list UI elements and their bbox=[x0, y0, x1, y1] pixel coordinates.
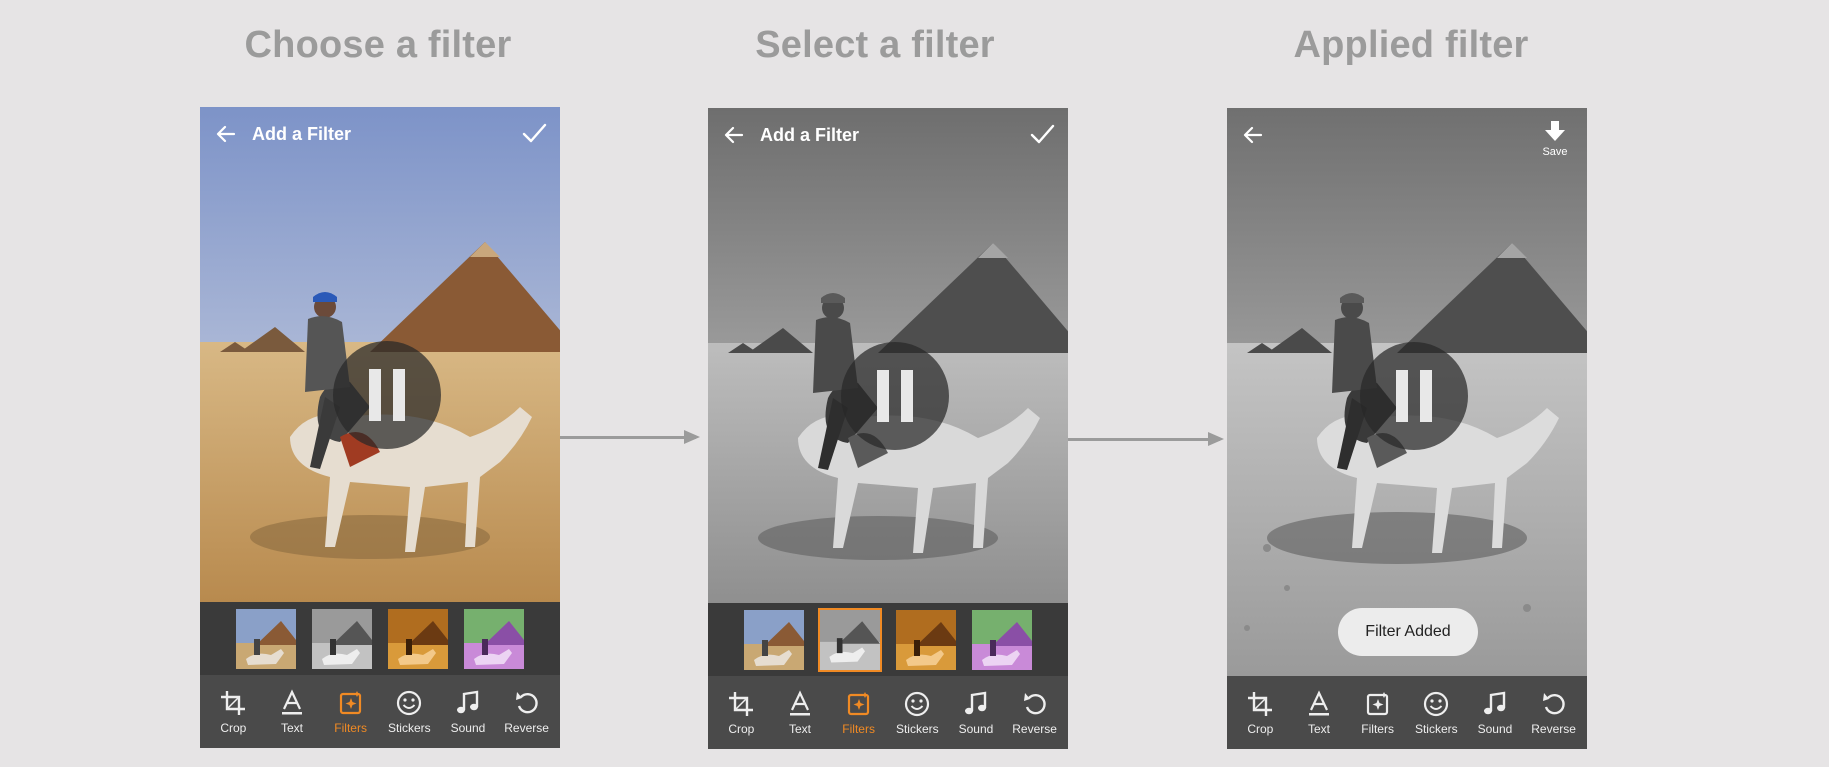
flow-arrow-1 bbox=[560, 430, 700, 444]
tool-text[interactable]: Text bbox=[1291, 689, 1347, 736]
tool-sound[interactable]: Sound bbox=[948, 690, 1004, 736]
phone-select-filter: Add a Filter Crop Text Filters Stickers … bbox=[708, 108, 1068, 749]
phone-choose-filter: Add a Filter Crop Text Filters Stickers … bbox=[200, 107, 560, 748]
crop-icon bbox=[221, 690, 246, 715]
sound-icon bbox=[1483, 691, 1506, 714]
crop-icon bbox=[1248, 691, 1273, 716]
confirm-check-icon[interactable] bbox=[520, 119, 548, 147]
pause-button[interactable] bbox=[841, 342, 949, 450]
filter-thumb-grayscale[interactable] bbox=[310, 607, 374, 671]
topbar: Add a Filter bbox=[200, 107, 560, 161]
tool-reverse[interactable]: Reverse bbox=[499, 689, 555, 735]
page-title: Add a Filter bbox=[252, 123, 352, 144]
download-icon bbox=[1545, 121, 1565, 141]
stickers-icon bbox=[905, 691, 930, 716]
tool-crop[interactable]: Crop bbox=[713, 690, 769, 736]
phone-applied-filter: Save Filter Added Crop Text Filters Stic… bbox=[1227, 108, 1587, 749]
pause-bar-icon bbox=[393, 369, 405, 421]
pause-bar-icon bbox=[369, 369, 381, 421]
text-icon bbox=[1308, 689, 1329, 715]
crop-icon bbox=[729, 691, 754, 716]
back-arrow-icon[interactable] bbox=[216, 123, 238, 145]
reverse-icon bbox=[1542, 692, 1565, 714]
back-arrow-icon[interactable] bbox=[724, 124, 746, 146]
sound-icon bbox=[964, 691, 987, 714]
text-icon bbox=[789, 689, 810, 715]
filter-strip bbox=[708, 603, 1068, 676]
page-title: Add a Filter bbox=[760, 124, 860, 145]
pause-button[interactable] bbox=[1360, 342, 1468, 450]
save-button[interactable]: Save bbox=[1535, 120, 1575, 158]
tool-filters[interactable]: Filters bbox=[831, 690, 887, 736]
pause-bar-icon bbox=[877, 370, 889, 422]
tool-reverse[interactable]: Reverse bbox=[1007, 690, 1063, 736]
tool-sound[interactable]: Sound bbox=[440, 689, 496, 735]
topbar: Save bbox=[1227, 108, 1587, 162]
filter-thumb-purple[interactable] bbox=[970, 608, 1034, 672]
filter-thumb-warm[interactable] bbox=[894, 608, 958, 672]
tool-reverse[interactable]: Reverse bbox=[1526, 690, 1582, 736]
edit-toolbar: Crop Text Filters Stickers Sound Reverse bbox=[1227, 676, 1587, 749]
reverse-icon bbox=[515, 691, 538, 713]
filters-icon bbox=[1366, 691, 1388, 715]
filter-thumb-original[interactable] bbox=[742, 608, 806, 672]
edit-toolbar: Crop Text Filters Stickers Sound Reverse bbox=[708, 676, 1068, 749]
filter-thumb-grayscale-selected[interactable] bbox=[818, 607, 882, 672]
filter-thumb-original[interactable] bbox=[234, 607, 298, 671]
text-icon bbox=[281, 688, 302, 714]
filter-strip bbox=[200, 602, 560, 675]
topbar: Add a Filter bbox=[708, 108, 1068, 162]
pause-bar-icon bbox=[1396, 370, 1408, 422]
pause-button[interactable] bbox=[333, 341, 441, 449]
flow-arrow-2 bbox=[1068, 432, 1224, 446]
step-title-select: Select a filter bbox=[755, 24, 995, 66]
stickers-icon bbox=[397, 690, 422, 715]
filter-added-toast: Filter Added bbox=[1338, 608, 1478, 656]
tool-crop[interactable]: Crop bbox=[1232, 690, 1288, 736]
confirm-check-icon[interactable] bbox=[1028, 120, 1056, 148]
filter-thumb-purple[interactable] bbox=[462, 607, 526, 671]
pause-bar-icon bbox=[901, 370, 913, 422]
pause-bar-icon bbox=[1420, 370, 1432, 422]
filter-thumb-warm[interactable] bbox=[386, 607, 450, 671]
tool-crop[interactable]: Crop bbox=[205, 689, 261, 735]
sound-icon bbox=[456, 690, 479, 713]
reverse-icon bbox=[1023, 692, 1046, 714]
tool-stickers[interactable]: Stickers bbox=[1408, 690, 1464, 736]
tool-stickers[interactable]: Stickers bbox=[889, 690, 945, 736]
tool-filters[interactable]: Filters bbox=[1350, 690, 1406, 736]
step-title-choose: Choose a filter bbox=[244, 24, 512, 66]
tool-text[interactable]: Text bbox=[264, 688, 320, 735]
tool-stickers[interactable]: Stickers bbox=[381, 689, 437, 735]
filters-icon bbox=[339, 690, 361, 714]
tool-text[interactable]: Text bbox=[772, 689, 828, 736]
edit-toolbar: Crop Text Filters Stickers Sound Reverse bbox=[200, 675, 560, 748]
stickers-icon bbox=[1424, 691, 1449, 716]
back-arrow-icon[interactable] bbox=[1243, 124, 1265, 146]
tool-sound[interactable]: Sound bbox=[1467, 690, 1523, 736]
tool-filters[interactable]: Filters bbox=[323, 689, 379, 735]
step-title-applied: Applied filter bbox=[1293, 24, 1529, 66]
filters-icon bbox=[847, 691, 869, 715]
